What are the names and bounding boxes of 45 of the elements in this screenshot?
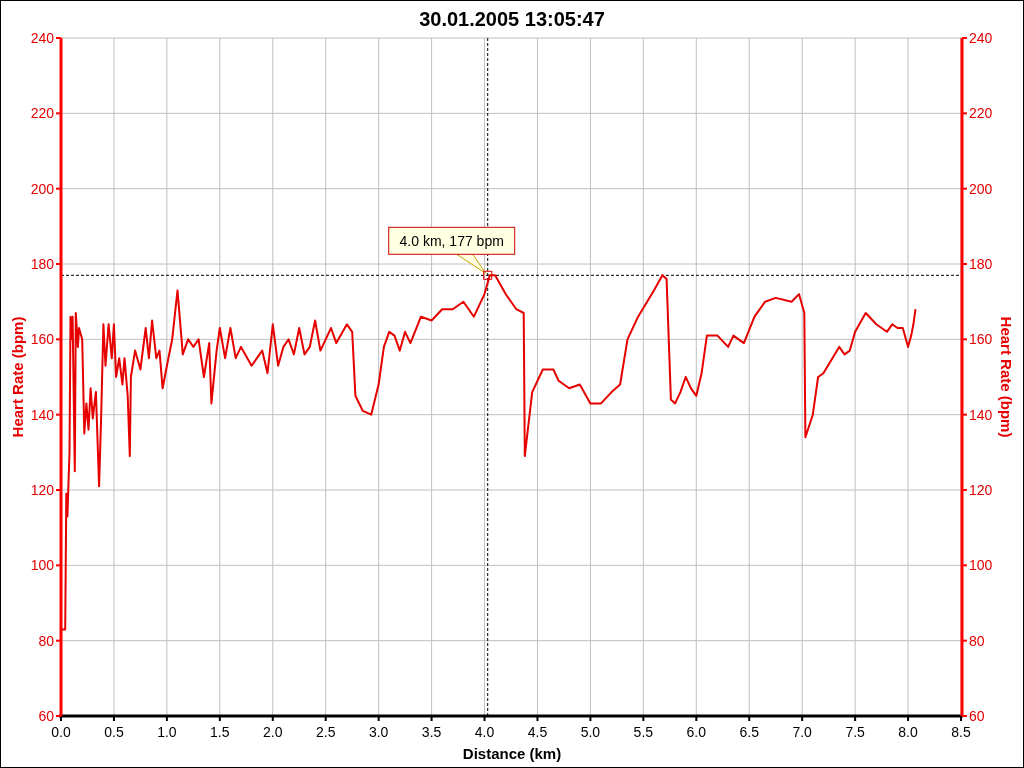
leader-line — [456, 253, 487, 274]
y-tick-label: 60 — [38, 708, 54, 724]
x-tick-label: 4.0 — [474, 724, 495, 740]
y-tick-label: 60 — [969, 708, 985, 724]
x-tick-label: 1.0 — [157, 724, 177, 740]
x-tick-label: 6.5 — [739, 724, 759, 740]
y-tick-label: 240 — [969, 30, 993, 46]
x-tick-label: 5.0 — [580, 724, 601, 740]
x-tick-label: 7.5 — [845, 724, 865, 740]
x-tick-label: 3.0 — [368, 724, 389, 740]
tooltip-text: 4.0 km, 177 bpm — [399, 233, 504, 250]
y-tick-label: 160 — [30, 331, 54, 348]
y-tick-label: 100 — [969, 557, 993, 574]
y-axis-title: Heart Rate (bpm) — [9, 316, 26, 438]
x-tick-label: 5.5 — [633, 724, 654, 740]
y-tick-label: 180 — [969, 256, 993, 272]
x-tick-label: 2.5 — [315, 724, 336, 740]
y-tick-label: 80 — [969, 632, 985, 649]
y-tick-label: 140 — [30, 406, 54, 423]
y-tick-label: 180 — [30, 256, 54, 272]
x-axis-title: Distance (km) — [462, 745, 562, 762]
y-tick-label: 140 — [969, 406, 993, 423]
y-tick-label: 200 — [30, 180, 54, 197]
x-tick-label: 3.5 — [421, 724, 442, 740]
y-tick-label: 120 — [969, 482, 993, 498]
x-tick-label: 2.0 — [263, 724, 283, 740]
y-axis-title: Heart Rate (bpm) — [998, 316, 1015, 438]
y-tick-label: 200 — [969, 180, 993, 197]
x-tick-label: 4.5 — [527, 724, 548, 740]
x-tick-label: 0.5 — [104, 724, 124, 740]
y-tick-label: 80 — [38, 632, 54, 649]
y-tick-label: 160 — [969, 331, 993, 348]
y-tick-label: 220 — [969, 105, 993, 122]
chart-title: 30.01.2005 13:05:47 — [419, 8, 605, 30]
y-tick-label: 120 — [30, 482, 54, 498]
y-tick-label: 220 — [30, 105, 54, 122]
point-marker — [483, 270, 493, 280]
x-tick-label: 8.0 — [898, 724, 918, 740]
y-tick-label: 100 — [30, 557, 54, 574]
x-tick-label: 8.5 — [951, 724, 971, 740]
x-tick-label: 7.0 — [792, 724, 812, 740]
y-tick-label: 240 — [30, 30, 54, 46]
x-tick-label: 1.5 — [210, 724, 230, 740]
x-tick-label: 6.0 — [686, 724, 707, 740]
x-tick-label: 0.0 — [51, 724, 71, 740]
